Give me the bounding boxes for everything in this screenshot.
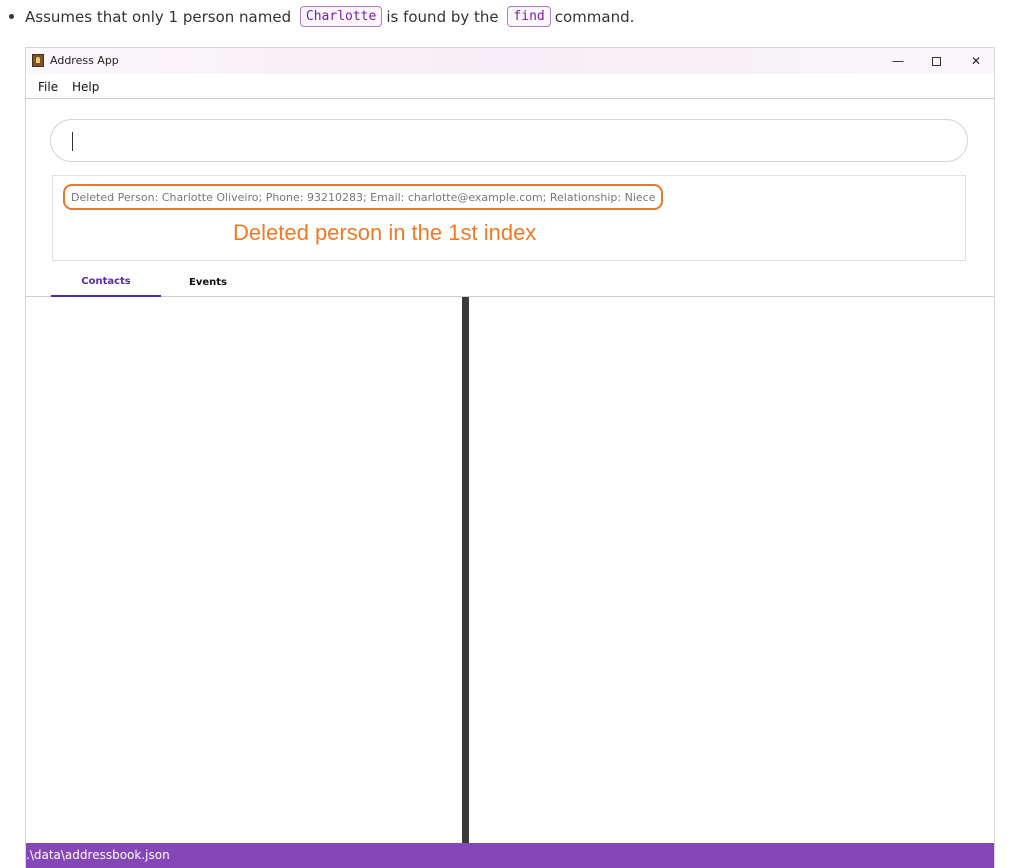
menu-bar: File Help xyxy=(26,74,994,99)
tab-events[interactable]: Events xyxy=(153,268,263,297)
doc-middle: is found by the xyxy=(386,7,499,26)
code-find: find xyxy=(507,6,551,27)
doc-text: Assumes that only 1 person named Charlot… xyxy=(25,6,634,27)
close-button[interactable]: ✕ xyxy=(956,48,996,74)
doc-suffix: command. xyxy=(554,7,635,26)
result-message: Deleted Person: Charlotte Oliveiro; Phon… xyxy=(63,184,664,210)
annotation-label: Deleted person in the 1st index xyxy=(233,220,537,245)
minimize-icon: — xyxy=(892,54,904,68)
address-book-icon xyxy=(32,54,44,67)
menu-file[interactable]: File xyxy=(38,80,58,94)
status-bar: .\data\addressbook.json xyxy=(26,843,994,868)
tab-bar: Contacts Events xyxy=(26,268,994,297)
maximize-icon xyxy=(931,56,941,66)
app-window: Address App — ✕ File Help Deleted Person… xyxy=(25,47,995,868)
split-divider[interactable] xyxy=(462,297,469,843)
detail-panel xyxy=(469,297,994,843)
code-charlotte: Charlotte xyxy=(299,6,383,27)
window-title: Address App xyxy=(50,54,119,67)
title-bar[interactable]: Address App — ✕ xyxy=(26,48,994,74)
result-display: Deleted Person: Charlotte Oliveiro; Phon… xyxy=(52,175,966,261)
command-input[interactable] xyxy=(50,119,968,162)
doc-prefix: Assumes that only 1 person named xyxy=(25,7,292,26)
tab-contacts[interactable]: Contacts xyxy=(51,268,161,297)
minimize-button[interactable]: — xyxy=(878,48,918,74)
bullet-icon xyxy=(9,14,14,19)
save-location-path: .\data\addressbook.json xyxy=(26,848,170,862)
contact-list-panel xyxy=(26,297,462,843)
text-caret xyxy=(72,132,73,151)
maximize-button[interactable] xyxy=(916,48,956,74)
doc-bullet-line: Assumes that only 1 person named Charlot… xyxy=(0,0,1012,36)
close-icon: ✕ xyxy=(970,54,982,68)
menu-help[interactable]: Help xyxy=(72,80,99,94)
